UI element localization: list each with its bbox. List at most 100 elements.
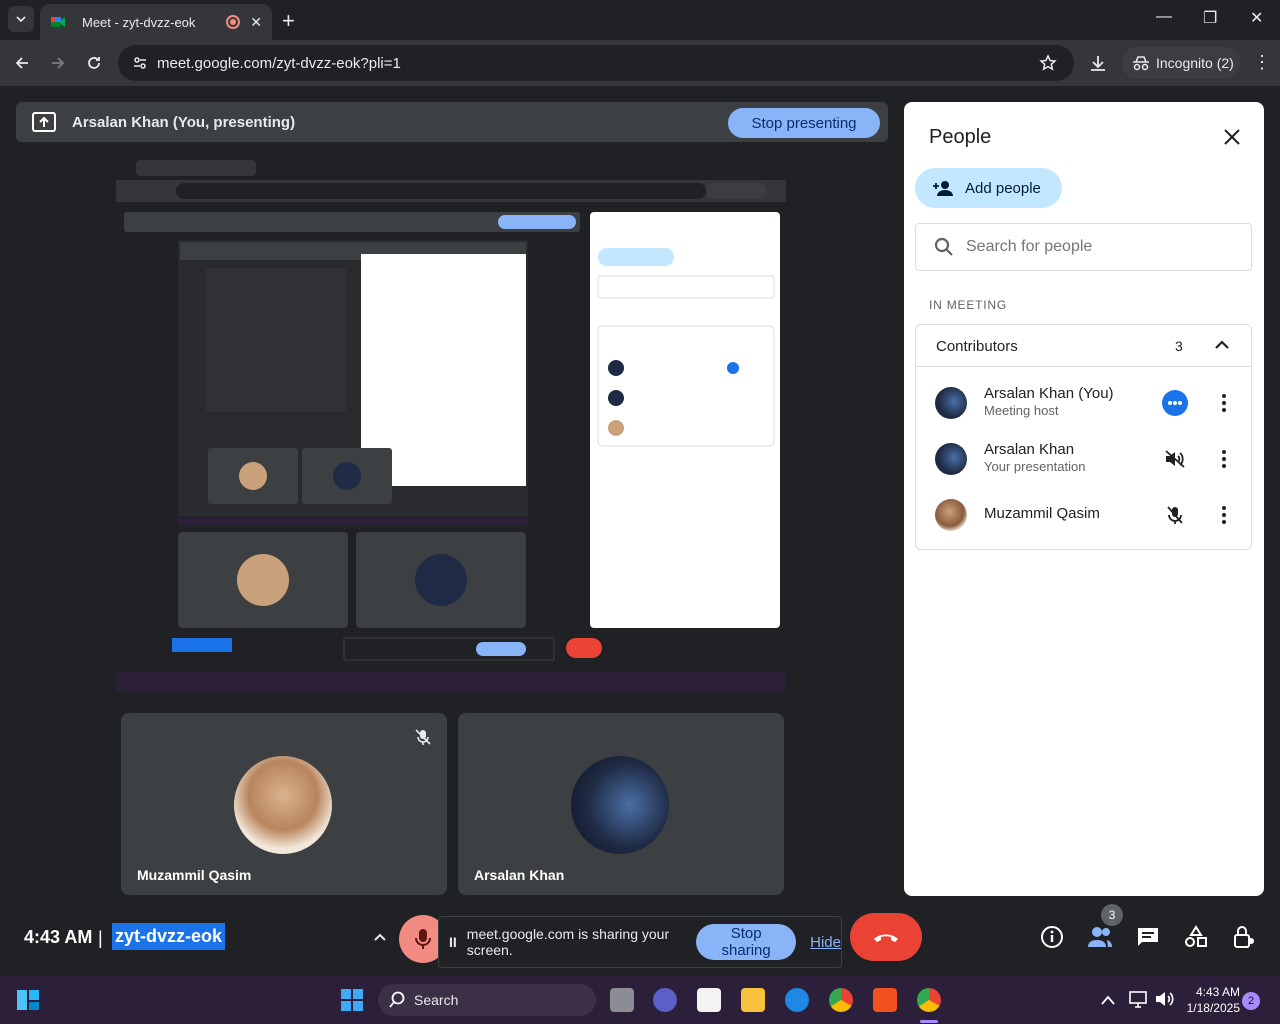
close-panel-button[interactable] — [1219, 124, 1245, 150]
taskbar-clock[interactable]: 4:43 AM 1/18/2025 — [1186, 984, 1240, 1016]
forward-button[interactable] — [47, 52, 69, 74]
close-window-icon[interactable]: ✕ — [1250, 8, 1263, 28]
avatar — [935, 499, 967, 531]
taskbar-time: 4:43 AM — [1195, 985, 1240, 999]
presenting-label: Arsalan Khan (You, presenting) — [72, 114, 296, 131]
file-explorer-icon[interactable] — [741, 988, 765, 1012]
arrow-right-icon — [52, 57, 65, 69]
shared-screen-preview — [116, 158, 786, 698]
participant-tile[interactable]: Arsalan Khan — [458, 713, 784, 895]
avatar — [571, 756, 669, 854]
xampp-icon[interactable] — [873, 988, 897, 1012]
member-role: Meeting host — [984, 403, 1059, 418]
reload-icon — [88, 57, 100, 69]
teams-icon[interactable] — [653, 988, 677, 1012]
network-icon[interactable] — [1128, 990, 1148, 1008]
mic-icon — [415, 929, 431, 949]
back-button[interactable] — [11, 52, 33, 74]
download-icon[interactable] — [1088, 53, 1108, 73]
audio-off-icon — [1162, 446, 1188, 472]
meet-favicon-icon — [51, 17, 65, 27]
chevron-up-icon[interactable] — [1100, 994, 1116, 1006]
contributors-header[interactable]: Contributors 3 — [916, 325, 1251, 367]
search-people-field[interactable] — [915, 223, 1252, 271]
tab-search-button[interactable] — [8, 6, 34, 32]
task-view-icon[interactable] — [610, 988, 634, 1012]
site-info-icon[interactable] — [132, 55, 148, 71]
address-bar[interactable]: meet.google.com/zyt-dvzz-eok?pli=1 — [118, 45, 1074, 81]
hide-notification-link[interactable]: Hide — [810, 934, 841, 951]
more-options-icon[interactable] — [1214, 502, 1234, 528]
people-count-badge: 3 — [1101, 904, 1123, 926]
activities-button[interactable] — [1174, 915, 1218, 959]
member-row: Arsalan Khan Your presentation — [916, 431, 1251, 487]
add-people-button[interactable]: Add people — [915, 168, 1062, 208]
add-person-icon — [933, 181, 953, 196]
incognito-profile-button[interactable]: Incognito (2) — [1122, 47, 1240, 79]
notification-badge[interactable]: 2 — [1242, 992, 1260, 1010]
chevron-up-icon — [374, 933, 386, 941]
windows-taskbar: Search 4:43 AM 1/18/2025 2 — [0, 976, 1280, 1024]
panel-title: People — [929, 126, 992, 148]
sharing-text: meet.google.com is sharing your screen. — [466, 926, 670, 958]
chevron-up-icon[interactable] — [1213, 336, 1231, 354]
avatar — [234, 756, 332, 854]
end-call-icon — [874, 934, 898, 942]
sharing-notification: II meet.google.com is sharing your scree… — [438, 916, 842, 968]
more-options-icon[interactable] — [1214, 390, 1234, 416]
presenting-banner: Arsalan Khan (You, presenting) Stop pres… — [16, 102, 888, 142]
meet-stage: Arsalan Khan (You, presenting) Stop pres… — [0, 86, 1280, 976]
lock-person-icon — [1234, 926, 1254, 948]
search-people-input[interactable] — [966, 238, 1226, 256]
browser-toolbar: meet.google.com/zyt-dvzz-eok?pli=1 Incog… — [0, 40, 1280, 86]
edge-icon[interactable] — [785, 988, 809, 1012]
muted-mic-icon — [1162, 502, 1188, 528]
participant-name: Arsalan Khan — [474, 867, 565, 883]
profile-label: Incognito (2) — [1156, 55, 1234, 71]
pause-icon: II — [449, 934, 457, 950]
widgets-icon[interactable] — [16, 988, 40, 1012]
host-controls-button[interactable] — [1222, 915, 1266, 959]
bookmark-star-icon[interactable] — [1039, 54, 1057, 72]
meeting-details-button[interactable] — [1030, 915, 1074, 959]
audio-options-button[interactable] — [358, 915, 402, 959]
recording-indicator-icon — [226, 15, 241, 29]
section-heading: IN MEETING — [929, 298, 1008, 312]
chat-button[interactable] — [1126, 915, 1170, 959]
taskbar-search[interactable]: Search — [378, 984, 596, 1016]
more-options-icon[interactable] — [1214, 446, 1234, 472]
meeting-code: zyt-dvzz-eok — [112, 923, 226, 950]
windows-start-icon[interactable] — [340, 988, 364, 1012]
add-people-label: Add people — [965, 179, 1041, 197]
chrome-icon[interactable] — [829, 988, 853, 1012]
taskbar-search-label: Search — [414, 992, 459, 1008]
store-icon[interactable] — [697, 988, 721, 1012]
member-row: Muzammil Qasim — [916, 487, 1251, 543]
active-tab[interactable]: Meet - zyt-dvzz-eok ✕ — [40, 4, 272, 40]
restore-icon[interactable]: ❐ — [1203, 8, 1217, 28]
member-name: Muzammil Qasim — [984, 505, 1100, 522]
people-panel: People Add people IN MEETING Contributor… — [904, 102, 1264, 896]
minimize-icon[interactable]: — — [1156, 8, 1172, 26]
search-icon — [934, 237, 953, 256]
speaking-indicator-icon — [1162, 390, 1188, 416]
stop-sharing-button[interactable]: Stop sharing — [696, 924, 797, 960]
browser-menu-icon[interactable]: ⋮ — [1253, 52, 1271, 73]
meeting-time: 4:43 AM — [24, 927, 93, 947]
volume-icon[interactable] — [1154, 990, 1174, 1008]
leave-call-button[interactable] — [850, 913, 922, 961]
browser-tab-strip: Meet - zyt-dvzz-eok ✕ + — ❐ ✕ — [0, 0, 1280, 40]
avatar — [935, 387, 967, 419]
muted-mic-icon — [409, 723, 437, 751]
chat-icon — [1138, 928, 1158, 946]
new-tab-button[interactable]: + — [282, 8, 295, 34]
close-tab-icon[interactable]: ✕ — [250, 14, 262, 31]
stop-presenting-button[interactable]: Stop presenting — [728, 108, 880, 138]
taskbar-date: 1/18/2025 — [1186, 1001, 1240, 1015]
url-text: meet.google.com/zyt-dvzz-eok?pli=1 — [157, 55, 401, 72]
chrome-incognito-icon[interactable] — [917, 988, 941, 1012]
reload-button[interactable] — [83, 52, 105, 74]
active-app-indicator — [920, 1020, 938, 1023]
participant-tile[interactable]: Muzammil Qasim — [121, 713, 447, 895]
participant-name: Muzammil Qasim — [137, 867, 252, 883]
